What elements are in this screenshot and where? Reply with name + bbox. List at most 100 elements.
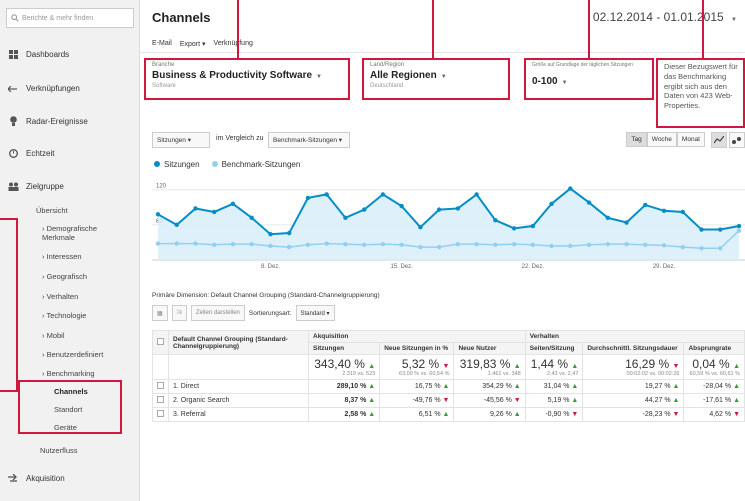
period-monat[interactable]: Monat [676, 132, 705, 147]
data-point [249, 241, 254, 247]
row-checkbox[interactable] [157, 382, 164, 389]
data-point [718, 246, 723, 251]
table-row[interactable]: 1. Direct 289,10 % ▲ 16,75 % ▲ 354,29 % ▲ 31… [152, 379, 745, 394]
sort-select[interactable]: Standard ▾ [295, 305, 335, 321]
pointer-line [237, 0, 239, 58]
page-title: Channels [152, 10, 211, 25]
nav-radar[interactable]: Radar-Ereignisse [0, 116, 140, 126]
region-value: Alle Regionen [370, 70, 437, 81]
data-point [212, 242, 217, 247]
column-header[interactable]: Sitzungen [307, 342, 381, 355]
region-select[interactable]: Land/Region Alle Regionen ▼ Deutschland [370, 62, 510, 98]
data-point [305, 242, 311, 247]
row-checkbox-cell [152, 379, 169, 394]
sub-demografisch[interactable]: › Demografische Merkmale [42, 224, 132, 242]
sub-uebersicht[interactable]: Übersicht [36, 206, 68, 215]
search-input[interactable]: Berichte & mehr finden [6, 8, 134, 28]
legend-marker [211, 161, 218, 167]
data-point [399, 203, 404, 209]
column-header[interactable]: Neue Sitzungen in % [379, 342, 455, 355]
select-all-checkbox[interactable] [157, 338, 164, 345]
motion-chart-icon[interactable] [729, 132, 745, 148]
size-select[interactable]: Größe auf Grundlage der täglichen Sitzun… [532, 62, 654, 98]
data-point [286, 230, 292, 236]
legend-sitzungen: Sitzungen [154, 160, 200, 169]
export-button[interactable]: Export ▾ [180, 40, 206, 48]
arrow-up-icon: ▲ [368, 363, 376, 370]
sub-benutzerdefiniert[interactable]: › Benutzerdefiniert [42, 350, 103, 359]
sub-nutzerfluss[interactable]: Nutzerfluss [40, 446, 78, 455]
sub-channels[interactable]: Channels [54, 387, 88, 396]
column-header[interactable]: Neue Nutzer [453, 342, 526, 355]
plot-rows-button[interactable]: Zeilen darstellen [190, 305, 245, 321]
divider [140, 52, 745, 53]
table-group-header: Default Channel Grouping (Standard-Chann… [152, 330, 745, 355]
sub-technologie[interactable]: › Technologie [42, 311, 86, 320]
line-chart-icon[interactable] [711, 132, 727, 148]
email-button[interactable]: E-Mail [152, 40, 172, 48]
nav-akquisition[interactable]: Akquisition [0, 474, 140, 483]
compare-select[interactable]: Benchmark-Sitzungen ▾ [268, 132, 350, 148]
sub-mobil[interactable]: › Mobil [42, 331, 65, 340]
sub-geografisch[interactable]: › Geografisch [42, 272, 87, 281]
data-point [493, 217, 498, 223]
total-cell: 0,04 % ▲ 60,59 % vs. 60,61 % [683, 354, 745, 380]
channel-name[interactable]: 1. Direct [168, 379, 309, 394]
column-header[interactable]: Durchschnittl. Sitzungsdauer [582, 342, 685, 355]
arrow-up-icon: ▲ [368, 411, 376, 418]
table-row[interactable]: 3. Referral 2,58 % ▲ 6,51 % ▲ 9,26 % ▲ -0,90… [152, 407, 745, 422]
chevron-down-icon: ▼ [440, 74, 447, 80]
table-toolbar: ▦ ⁞≡ Zeilen darstellen Sortierungsart: S… [152, 305, 335, 321]
nav-dashboards[interactable]: Dashboards [0, 50, 140, 59]
group-verhalten: Verhalten [524, 330, 745, 343]
arrow-up-icon: ▲ [513, 383, 521, 390]
data-point [324, 192, 329, 197]
metric-cell: 2,58 % ▲ [307, 407, 381, 422]
clock-icon [0, 149, 26, 158]
sub-verhalten[interactable]: › Verhalten [42, 292, 78, 301]
row-checkbox[interactable] [157, 410, 164, 417]
sub-benchmarking[interactable]: › Benchmarking [42, 369, 95, 378]
legend-label: Benchmark-Sitzungen [221, 160, 301, 169]
data-point [549, 243, 554, 249]
nav-verknuepfungen[interactable]: Verknüpfungen [0, 84, 140, 93]
arrow-up-icon: ▲ [513, 363, 521, 370]
metric-select[interactable]: Sitzungen ▾ [152, 132, 210, 148]
row-checkbox[interactable] [157, 396, 164, 403]
date-range-picker[interactable]: 02.12.2014 - 01.01.2015 ▼ [593, 10, 737, 24]
nav-label: Zielgruppe [26, 182, 64, 191]
metric-cell: -49,76 % ▼ [379, 393, 455, 408]
empty-cell [168, 354, 309, 380]
primary-dimension: Primäre Dimension: Default Channel Group… [152, 292, 380, 299]
period-tag[interactable]: Tag [626, 132, 647, 147]
x-tick-label: 29. Dez. [653, 264, 676, 270]
dimension-header[interactable]: Default Channel Grouping (Standard-Chann… [168, 330, 309, 355]
x-tick-label: 22. Dez. [522, 264, 545, 270]
sub-interessen[interactable]: › Interessen [42, 252, 82, 261]
arrow-down-icon: ▼ [733, 411, 740, 418]
nav-echtzeit[interactable]: Echtzeit [0, 149, 140, 158]
channel-name[interactable]: 3. Referral [168, 407, 309, 422]
table-row[interactable]: 2. Organic Search 8,37 % ▲ -49,76 % ▼ -45,5… [152, 393, 745, 408]
column-header[interactable]: Absprungrate [683, 342, 745, 355]
data-point [343, 241, 348, 247]
sub-geraete[interactable]: Geräte [54, 423, 77, 432]
branche-value: Business & Productivity Software [152, 70, 313, 81]
compare-label: im Vergleich zu [216, 135, 264, 142]
column-header[interactable]: Seiten/Sitzung [524, 342, 584, 355]
channel-name[interactable]: 2. Organic Search [168, 393, 309, 408]
period-woche[interactable]: Woche [646, 132, 677, 147]
shortcut-button[interactable]: Verknüpfung [214, 40, 253, 48]
nav-zielgruppe[interactable]: Zielgruppe [0, 182, 140, 191]
arrow-up-icon: ▲ [672, 397, 680, 404]
total-cell: 16,29 % ▼ 00:02:02 vs. 00:02:26 [582, 354, 685, 380]
pivot-view-icon[interactable]: ⁞≡ [171, 305, 187, 321]
table-view-icon[interactable]: ▦ [152, 305, 168, 321]
branche-select[interactable]: Branche Business & Productivity Software… [152, 62, 352, 98]
chevron-down-icon: ▼ [316, 74, 322, 80]
data-point [624, 241, 629, 247]
search-icon [11, 14, 19, 22]
sub-standort[interactable]: Standort [54, 405, 82, 414]
y-tick-label: 120 [156, 184, 167, 190]
data-point [380, 241, 386, 247]
